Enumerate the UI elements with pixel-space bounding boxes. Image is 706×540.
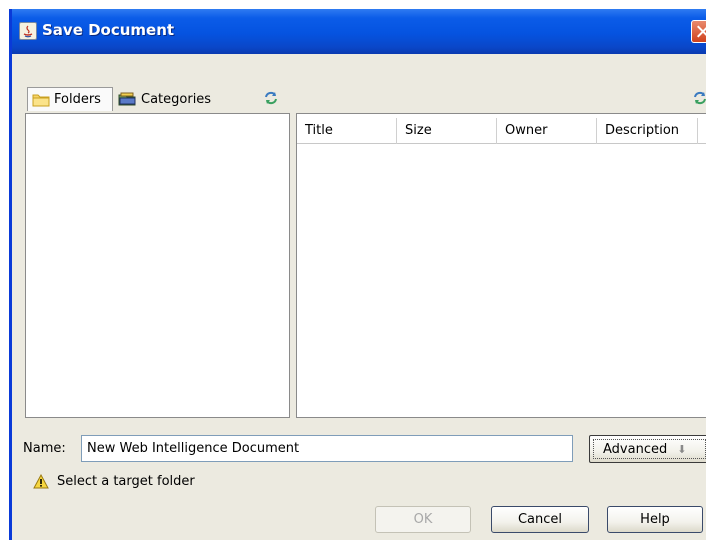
documents-table[interactable]: Title Size Owner Description: [296, 113, 706, 418]
column-header-title[interactable]: Title: [297, 118, 397, 144]
refresh-documents-icon[interactable]: [692, 90, 706, 105]
dialog-title: Save Document: [42, 21, 175, 39]
document-name-input[interactable]: New Web Intelligence Document: [81, 435, 573, 462]
column-header-owner[interactable]: Owner: [497, 118, 597, 144]
refresh-folders-icon[interactable]: [263, 90, 277, 105]
java-app-icon: [19, 22, 37, 40]
advanced-button[interactable]: Advanced ⬇: [589, 435, 706, 463]
table-header: Title Size Owner Description: [297, 118, 706, 144]
status-message: Select a target folder: [33, 474, 195, 489]
help-button[interactable]: Help: [607, 506, 703, 533]
tab-folders[interactable]: Folders: [27, 87, 113, 111]
folder-tree-panel[interactable]: [25, 113, 290, 418]
cancel-button[interactable]: Cancel: [491, 506, 589, 533]
categories-icon: [118, 92, 136, 106]
column-header-description[interactable]: Description: [597, 118, 698, 144]
tab-folders-label: Folders: [54, 92, 101, 107]
title-bar[interactable]: Save Document: [12, 9, 706, 54]
ok-button[interactable]: OK: [375, 506, 471, 533]
column-header-size[interactable]: Size: [397, 118, 497, 144]
tab-categories-label: Categories: [141, 91, 212, 107]
name-label: Name:: [23, 441, 66, 456]
focus-ring: [593, 439, 706, 459]
close-button[interactable]: [691, 20, 706, 43]
warning-icon: [33, 474, 49, 489]
tab-categories[interactable]: Categories: [115, 87, 211, 111]
status-text: Select a target folder: [57, 474, 195, 489]
save-document-dialog: Save Document Folders Categories Title S…: [9, 9, 706, 540]
folder-icon: [32, 94, 50, 106]
